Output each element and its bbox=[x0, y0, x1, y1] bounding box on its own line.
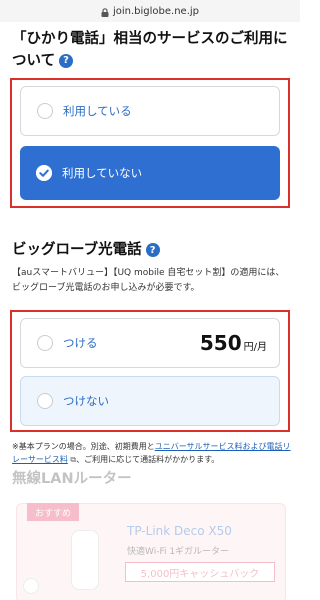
recommend-badge: おすすめ bbox=[27, 503, 79, 521]
product-sub: 快適Wi-Fi 1ギガルーター bbox=[127, 547, 230, 557]
cashback-text: 5,000円キャッシュバック bbox=[140, 568, 260, 580]
url-text: join.biglobe.ne.jp bbox=[112, 5, 200, 17]
section-title-biglobe-phone: ビッグローブ光電話? bbox=[12, 238, 160, 259]
cashback-badge: 5,000円キャッシュバック bbox=[125, 562, 275, 582]
section1-title-text: 「ひかり電話」相当のサービスのご利用について bbox=[12, 31, 288, 69]
lock-icon bbox=[101, 7, 109, 17]
price-display: 550 円/月 bbox=[200, 331, 267, 355]
browser-url-bar[interactable]: join.biglobe.ne.jp bbox=[0, 0, 300, 22]
product-name: TP-Link Deco X50 bbox=[127, 524, 232, 538]
help-icon[interactable]: ? bbox=[145, 243, 160, 257]
help-icon[interactable]: ? bbox=[59, 54, 74, 68]
section2-title-text: ビッグローブ光電話 bbox=[12, 242, 142, 258]
option-add-phone[interactable]: つける 550 円/月 bbox=[20, 318, 280, 368]
radio-unchecked-icon[interactable] bbox=[37, 335, 53, 351]
router-section: 無線LANルーター おすすめ TP-Link Deco X50 快適Wi-Fi … bbox=[0, 455, 300, 600]
option-no-label: つけない bbox=[63, 394, 109, 408]
radio-unchecked-icon[interactable] bbox=[37, 393, 53, 409]
price-unit: 円/月 bbox=[243, 342, 267, 353]
badge-text: おすすめ bbox=[34, 508, 71, 519]
router-card[interactable]: おすすめ TP-Link Deco X50 快適Wi-Fi 1ギガルーター 5,… bbox=[16, 503, 286, 600]
note-prefix: ※基本プランの場合。別途、初期費用と bbox=[12, 442, 155, 451]
option-no-phone[interactable]: つけない bbox=[20, 376, 280, 426]
option-not-using[interactable]: 利用していない bbox=[20, 146, 280, 200]
option-not-using-label: 利用していない bbox=[62, 166, 143, 180]
section2-description: 【auスマートバリュー】【UQ mobile 自宅セット割】の適用には、ビッグロ… bbox=[12, 268, 285, 293]
section-title-router: 無線LANルーター bbox=[12, 471, 132, 487]
section-title-hikari-denwa: 「ひかり電話」相当のサービスのご利用について? bbox=[12, 28, 292, 72]
option-add-label: つける bbox=[63, 336, 98, 350]
radio-checked-icon[interactable] bbox=[36, 165, 52, 181]
radio-unchecked-icon[interactable] bbox=[23, 578, 39, 594]
option-using-label: 利用している bbox=[63, 104, 132, 118]
option-using[interactable]: 利用している bbox=[20, 86, 280, 136]
router-image bbox=[71, 530, 99, 590]
radio-unchecked-icon[interactable] bbox=[37, 103, 53, 119]
price-value: 550 bbox=[199, 331, 242, 355]
